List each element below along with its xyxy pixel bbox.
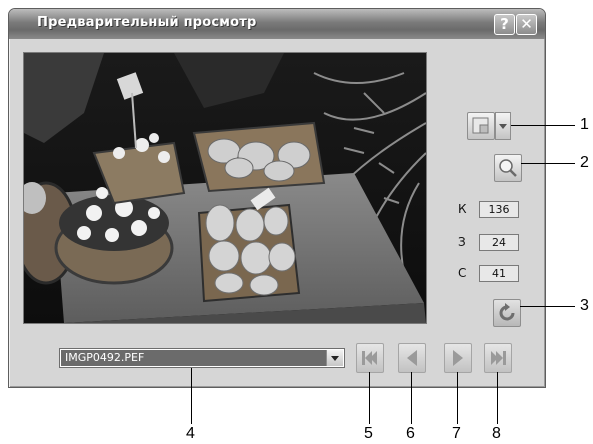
first-image-button[interactable] (356, 343, 384, 373)
callout-line-2 (521, 163, 575, 164)
callout-line-8 (497, 372, 498, 424)
green-label: З (458, 235, 466, 249)
next-icon (453, 350, 463, 366)
next-image-button[interactable] (444, 343, 472, 373)
red-value: 136 (479, 201, 519, 218)
callout-1: 1 (580, 116, 589, 133)
callout-8: 8 (492, 425, 501, 442)
file-select[interactable]: IMGP0492.PEF (59, 348, 345, 368)
blue-label: С (458, 266, 467, 280)
chevron-down-icon (331, 356, 339, 361)
close-button[interactable]: ✕ (516, 14, 537, 35)
preview-dialog: Предварительный просмотр ? ✕ К 136 З 24 … (8, 8, 546, 388)
callout-line-5 (369, 372, 370, 424)
blue-value: 41 (479, 265, 519, 282)
zoom-button[interactable] (494, 154, 522, 182)
last-image-button[interactable] (484, 343, 512, 373)
previous-icon (407, 350, 417, 366)
image-preview[interactable] (23, 52, 427, 324)
callout-line-1 (511, 125, 575, 126)
preview-photo (24, 53, 426, 323)
callout-line-7 (457, 372, 458, 424)
skip-last-icon (491, 351, 506, 365)
window-title: Предварительный просмотр (37, 15, 257, 30)
file-select-value: IMGP0492.PEF (61, 350, 326, 366)
skip-first-icon (362, 351, 377, 365)
green-value: 24 (479, 234, 519, 251)
file-select-arrow[interactable] (326, 350, 343, 366)
display-mode-dropdown[interactable] (495, 112, 511, 140)
magnifier-icon (499, 159, 517, 177)
callout-line-6 (411, 372, 412, 424)
window-icon (472, 117, 489, 134)
rotate-button[interactable] (493, 299, 521, 327)
callout-line-3 (520, 306, 575, 307)
callout-6: 6 (406, 425, 415, 442)
callout-3: 3 (580, 297, 589, 314)
display-mode-button[interactable] (467, 112, 495, 140)
callout-line-4 (191, 368, 192, 424)
previous-image-button[interactable] (398, 343, 426, 373)
callout-4: 4 (186, 425, 195, 442)
title-bar[interactable]: Предварительный просмотр ? ✕ (9, 9, 545, 39)
help-button[interactable]: ? (494, 14, 515, 35)
callout-5: 5 (364, 425, 373, 442)
rotate-icon (499, 303, 515, 321)
callout-2: 2 (580, 154, 589, 171)
chevron-down-icon (499, 124, 507, 129)
callout-7: 7 (452, 425, 461, 442)
red-label: К (458, 202, 467, 216)
